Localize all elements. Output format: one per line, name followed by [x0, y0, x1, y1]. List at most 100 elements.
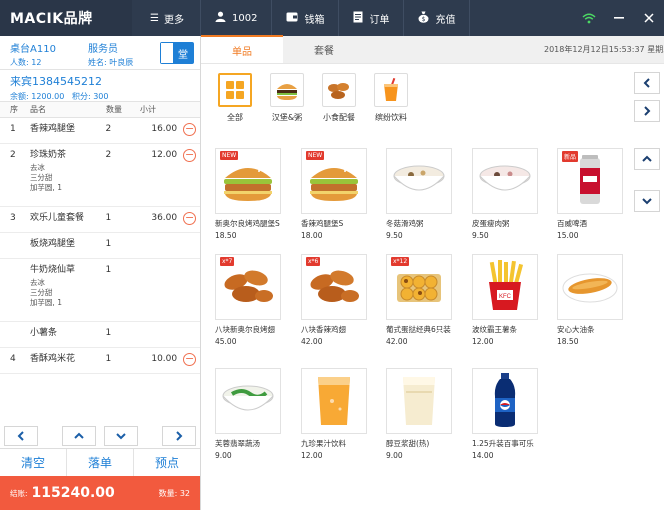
- order-row[interactable]: 板烧鸡腿堡 1: [0, 233, 200, 259]
- category-drinks[interactable]: 缤纷饮料: [373, 73, 409, 123]
- more-menu-button[interactable]: ☰ 更多: [132, 0, 201, 36]
- minimize-icon[interactable]: [604, 0, 634, 36]
- product-card[interactable]: NEW 新奥尔良烤鸡腿堡S 18.50: [215, 148, 295, 240]
- dine-in-toggle[interactable]: 堂: [160, 42, 194, 64]
- orders-button[interactable]: 订单: [339, 0, 405, 36]
- tab-single-items[interactable]: 单品: [201, 35, 283, 63]
- product-burger-icon: [221, 158, 275, 205]
- product-name: 新奥尔良烤鸡腿堡S: [215, 219, 280, 228]
- product-image: [472, 368, 538, 434]
- product-fritter-icon: [561, 266, 619, 309]
- scroll-down-button[interactable]: [104, 426, 138, 446]
- product-price: 12.00: [301, 451, 323, 460]
- order-item-name: 香辣鸡腿堡: [29, 124, 75, 134]
- burger-icon: [277, 84, 297, 100]
- product-card[interactable]: 芙蓉翡翠蔬汤 9.00: [215, 368, 295, 460]
- order-row[interactable]: 4 香酥鸡米花 1 10.00−: [0, 348, 200, 374]
- product-cola-bottle-icon: [489, 372, 521, 431]
- menu-icon: ☰: [150, 12, 159, 24]
- user-button[interactable]: 1002: [201, 0, 273, 36]
- product-card[interactable]: 冬菇滑鸡粥 9.50: [386, 148, 466, 240]
- product-card[interactable]: 醇豆浆甜(热) 9.00: [386, 368, 466, 460]
- category-prev-button[interactable]: [634, 72, 660, 94]
- order-row[interactable]: 1 香辣鸡腿堡 2 16.00−: [0, 118, 200, 144]
- order-row[interactable]: 3 欢乐儿童套餐 1 36.00−: [0, 207, 200, 233]
- product-image: [301, 368, 367, 434]
- order-item-qty: 1: [105, 239, 112, 249]
- product-price: 12.00: [472, 337, 494, 346]
- order-item-name: 小薯条: [29, 328, 57, 338]
- category-all[interactable]: 全部: [217, 73, 253, 123]
- product-card[interactable]: 新品 百威啤酒 15.00: [557, 148, 637, 240]
- recharge-button[interactable]: $ 充值: [404, 0, 471, 36]
- category-snacks[interactable]: 小食配餐: [321, 73, 357, 123]
- order-item-subtotal: 12.00: [151, 150, 178, 160]
- product-card[interactable]: x*12 葡式蛋挞经典6只装 42.00: [386, 254, 466, 346]
- product-image: x*12: [386, 254, 452, 320]
- order-nav-row: [0, 426, 200, 448]
- product-price: 42.00: [386, 337, 408, 346]
- order-row-number: 3: [10, 213, 16, 223]
- order-item-subtotal: 16.00: [151, 124, 178, 134]
- grid-icon: [226, 81, 244, 99]
- next-page-button[interactable]: [162, 426, 196, 446]
- product-card[interactable]: 九珍果汁饮料 12.00: [301, 368, 381, 460]
- product-tag: NEW: [220, 151, 239, 160]
- column-header: 序: [10, 105, 18, 114]
- order-table-header: 序 品名 数量 小计: [0, 102, 200, 118]
- checkout-bar[interactable]: 结账: 115240.00 数量: 32: [0, 476, 200, 510]
- place-order-button[interactable]: 落单: [67, 449, 134, 476]
- category-burger-porridge[interactable]: 汉堡&粥: [269, 73, 305, 123]
- chevron-left-icon: [17, 431, 24, 441]
- products-scroll-down-button[interactable]: [634, 190, 660, 212]
- chevron-left-icon: [643, 78, 650, 88]
- order-row[interactable]: 2 珍珠奶茶 去冰 三分甜 加芋圆, 1 2 12.00−: [0, 144, 200, 207]
- order-list: 1 香辣鸡腿堡 2 16.00−2 珍珠奶茶 去冰 三分甜 加芋圆, 1 2 12.00−3 欢乐儿…: [0, 118, 200, 374]
- product-name: 葡式蛋挞经典6只装: [386, 325, 451, 334]
- checkout-quantity: 数量: 32: [158, 488, 190, 498]
- product-card[interactable]: NEW 香辣鸡腿堡S 18.00: [301, 148, 381, 240]
- more-label: 更多: [164, 14, 184, 26]
- chevron-up-icon: [74, 432, 84, 439]
- product-wings-icon: [220, 264, 276, 311]
- remove-item-icon[interactable]: −: [183, 123, 197, 136]
- product-card[interactable]: 1.25升装百事可乐 14.00: [472, 368, 552, 460]
- reserve-button[interactable]: 预点: [134, 449, 200, 476]
- product-card[interactable]: x*7 八块新奥尔良烤翅 45.00: [215, 254, 295, 346]
- order-item-qty: 1: [105, 265, 112, 275]
- checkout-label: 结账:: [10, 488, 28, 498]
- remove-item-icon[interactable]: −: [183, 212, 197, 225]
- chevron-right-icon: [176, 431, 183, 441]
- products-scroll-up-button[interactable]: [634, 148, 660, 170]
- order-row[interactable]: 小薯条 1: [0, 322, 200, 348]
- order-item-modifier: 三分甜: [29, 288, 53, 297]
- clear-button[interactable]: 清空: [0, 449, 67, 476]
- close-icon[interactable]: [634, 0, 664, 36]
- product-egg-tart-icon: [391, 264, 447, 311]
- money-bag-icon: $: [418, 11, 429, 26]
- svg-text:KFC: KFC: [499, 294, 512, 300]
- prev-page-button[interactable]: [4, 426, 38, 446]
- order-item-subtotal: 36.00: [151, 213, 178, 223]
- product-card[interactable]: x*6 八块香辣鸡翅 42.00: [301, 254, 381, 346]
- product-name: 1.25升装百事可乐: [472, 439, 534, 448]
- remove-item-icon[interactable]: −: [183, 149, 197, 162]
- menu-tabs: 单品 套餐 2018年12月12日15:53:37 星期三: [201, 35, 664, 64]
- datetime-display: 2018年12月12日15:53:37 星期三: [544, 44, 664, 54]
- product-card[interactable]: 皮蛋瘦肉粥 9.50: [472, 148, 552, 240]
- product-beer-can-icon: [577, 154, 603, 209]
- remove-item-icon[interactable]: −: [183, 353, 197, 366]
- product-card[interactable]: KFC 波纹霸王薯条 12.00: [472, 254, 552, 346]
- product-name: 醇豆浆甜(热): [386, 439, 430, 448]
- category-next-button[interactable]: [634, 100, 660, 122]
- scroll-up-button[interactable]: [62, 426, 96, 446]
- product-price: 9.00: [386, 451, 403, 460]
- chicken-wings-icon: [328, 83, 349, 99]
- product-image: [215, 368, 281, 434]
- member-info[interactable]: 来宾1384545212 余额: 1200.00 积分: 300: [0, 70, 200, 102]
- product-price: 14.00: [472, 451, 494, 460]
- wallet-button[interactable]: 钱箱: [272, 0, 340, 36]
- tab-set-meals[interactable]: 套餐: [283, 35, 365, 63]
- order-row[interactable]: 牛奶烧仙草 去冰 三分甜 加芋圆, 1 1: [0, 259, 200, 322]
- product-card[interactable]: 安心大油条 18.50: [557, 254, 637, 346]
